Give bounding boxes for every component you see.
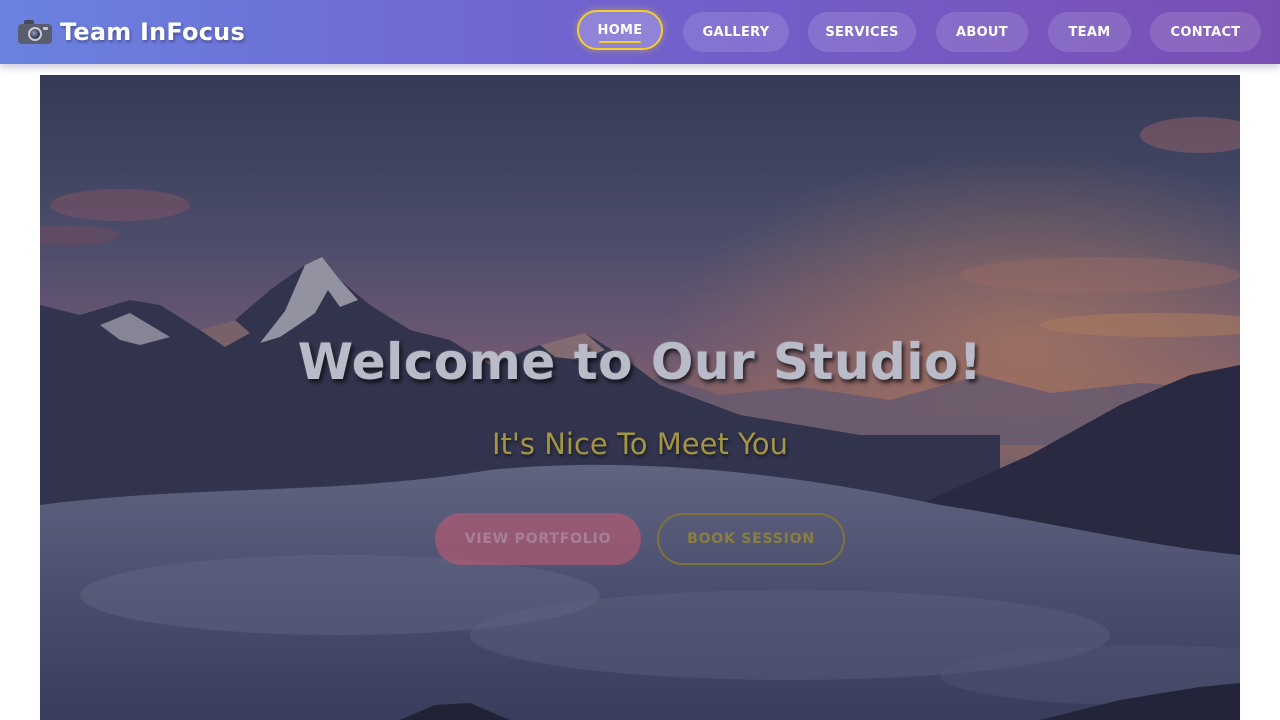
active-underline xyxy=(599,41,641,43)
view-portfolio-label: VIEW PORTFOLIO xyxy=(464,531,612,547)
hero-section: Welcome to Our Studio! It's Nice To Meet… xyxy=(40,75,1240,720)
hero-subtitle: It's Nice To Meet You xyxy=(491,427,788,461)
book-session-label: BOOK SESSION xyxy=(687,531,815,547)
book-session-button[interactable]: BOOK SESSION xyxy=(657,513,845,565)
brand-logo[interactable]: Team InFocus xyxy=(18,0,245,64)
hero-overlay xyxy=(40,75,1240,720)
nav-team-label: TEAM xyxy=(1068,24,1111,40)
nav-services[interactable]: SERVICES xyxy=(808,12,916,52)
nav-gallery-label: GALLERY xyxy=(702,24,770,40)
hero-title: Welcome to Our Studio! xyxy=(297,333,983,391)
top-navbar: Team InFocus HOME GALLERY SERVICES ABOUT… xyxy=(0,0,1280,64)
nav-gallery[interactable]: GALLERY xyxy=(683,12,789,52)
nav-contact-label: CONTACT xyxy=(1170,24,1241,40)
view-portfolio-button[interactable]: VIEW PORTFOLIO xyxy=(435,513,641,565)
nav-home[interactable]: HOME xyxy=(577,10,663,50)
camera-icon xyxy=(18,19,52,45)
nav-services-label: SERVICES xyxy=(825,24,899,40)
nav-home-label: HOME xyxy=(597,22,643,38)
nav-team[interactable]: TEAM xyxy=(1048,12,1131,52)
nav-contact[interactable]: CONTACT xyxy=(1150,12,1261,52)
nav-about[interactable]: ABOUT xyxy=(936,12,1028,52)
brand-name: Team InFocus xyxy=(60,18,245,46)
nav-about-label: ABOUT xyxy=(956,24,1008,40)
